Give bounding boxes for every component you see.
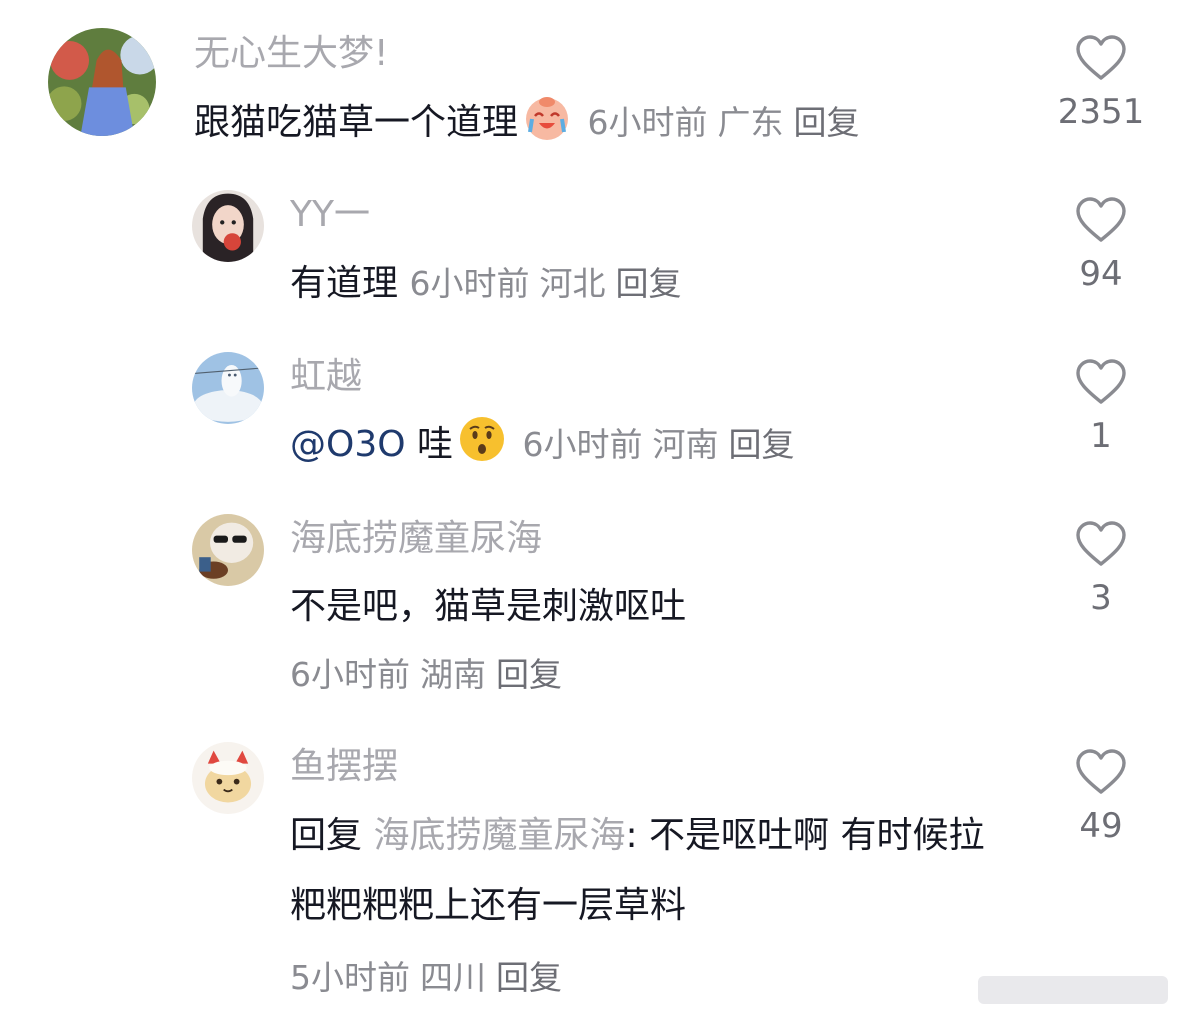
comment-meta: 5小时前 四川 回复 (290, 943, 990, 1013)
home-indicator (978, 976, 1168, 1004)
avatar-image (48, 28, 156, 136)
reply-button[interactable]: 回复 (793, 103, 859, 142)
avatar[interactable] (192, 190, 264, 262)
comment-body: @O3O 哇 6小时前 河南 回复 (290, 412, 1010, 478)
like-button[interactable]: 2351 (1041, 34, 1161, 132)
like-count: 94 (1079, 254, 1123, 294)
reply-button[interactable]: 回复 (729, 425, 795, 464)
comment-location: 河南 (652, 425, 719, 464)
comment-time: 6小时前 (290, 655, 410, 694)
comment-time: 6小时前 (522, 425, 643, 464)
avatar-image (192, 514, 264, 586)
heart-icon (1076, 197, 1126, 242)
comment-meta: 6小时前 河南 回复 (523, 425, 805, 464)
crying-laughing-emoji (522, 92, 572, 142)
avatar[interactable] (192, 352, 264, 424)
like-button[interactable]: 3 (1041, 520, 1161, 618)
comment-username[interactable]: 虹越 (290, 355, 362, 399)
comment-text: 跟猫吃猫草一个道理 (194, 102, 519, 143)
reply-button[interactable]: 回复 (496, 655, 562, 694)
comment-location: 河北 (539, 264, 606, 303)
like-button[interactable]: 49 (1041, 748, 1161, 846)
comment-location: 四川 (420, 958, 486, 997)
comment-text: 哇 (417, 424, 454, 465)
reply-button[interactable]: 回复 (496, 958, 562, 997)
avatar-image (192, 742, 264, 814)
avatar-image (192, 352, 264, 424)
comment-body: 回复 海底捞魔童尿海: 不是呕吐啊 有时候拉粑粑粑粑上还有一层草料 5小时前 四川… (290, 801, 990, 1013)
comment-meta: 6小时前 广东 回复 (587, 103, 869, 142)
like-count: 1 (1090, 416, 1112, 456)
heart-icon (1076, 521, 1126, 566)
like-count: 3 (1090, 578, 1112, 618)
comment-meta: 6小时前 河北 回复 (409, 264, 691, 303)
comment-location: 广东 (717, 103, 784, 142)
reply-button[interactable]: 回复 (615, 264, 681, 303)
avatar[interactable] (192, 514, 264, 586)
avatar-image (192, 190, 264, 262)
heart-icon (1076, 359, 1126, 404)
heart-icon (1076, 749, 1126, 794)
comment-body: 有道理 6小时前 河北 回复 (290, 251, 1010, 317)
comment-username[interactable]: 鱼摆摆 (290, 745, 398, 789)
comment-username[interactable]: 无心生大梦! (194, 32, 388, 76)
reply-to-username[interactable]: 海底捞魔童尿海 (373, 815, 625, 856)
surprised-face-emoji (457, 414, 507, 464)
like-count: 2351 (1057, 92, 1145, 132)
comment-text: 有道理 (290, 263, 399, 304)
comment-text: 不是吧，猫草是刺激呕吐 (290, 586, 687, 627)
avatar[interactable] (192, 742, 264, 814)
comment-meta: 6小时前 湖南 回复 (290, 642, 1010, 708)
mention-link[interactable]: @O3O (290, 424, 406, 465)
like-button[interactable]: 1 (1041, 358, 1161, 456)
like-count: 49 (1079, 806, 1123, 846)
like-button[interactable]: 94 (1041, 196, 1161, 294)
comment-username[interactable]: YY一 (290, 193, 370, 237)
comment-username[interactable]: 海底捞魔童尿海 (290, 517, 542, 561)
comment-body: 跟猫吃猫草一个道理 6小时前 广东 回复 (194, 90, 1014, 156)
comment-location: 湖南 (420, 655, 486, 694)
comment-time: 6小时前 (409, 264, 530, 303)
heart-icon (1076, 35, 1126, 80)
comment-body: 不是吧，猫草是刺激呕吐 6小时前 湖南 回复 (290, 574, 1010, 708)
reply-prefix: 回复 (290, 815, 363, 856)
comment-time: 6小时前 (587, 103, 708, 142)
avatar[interactable] (48, 28, 156, 136)
comment-time: 5小时前 (290, 958, 410, 997)
